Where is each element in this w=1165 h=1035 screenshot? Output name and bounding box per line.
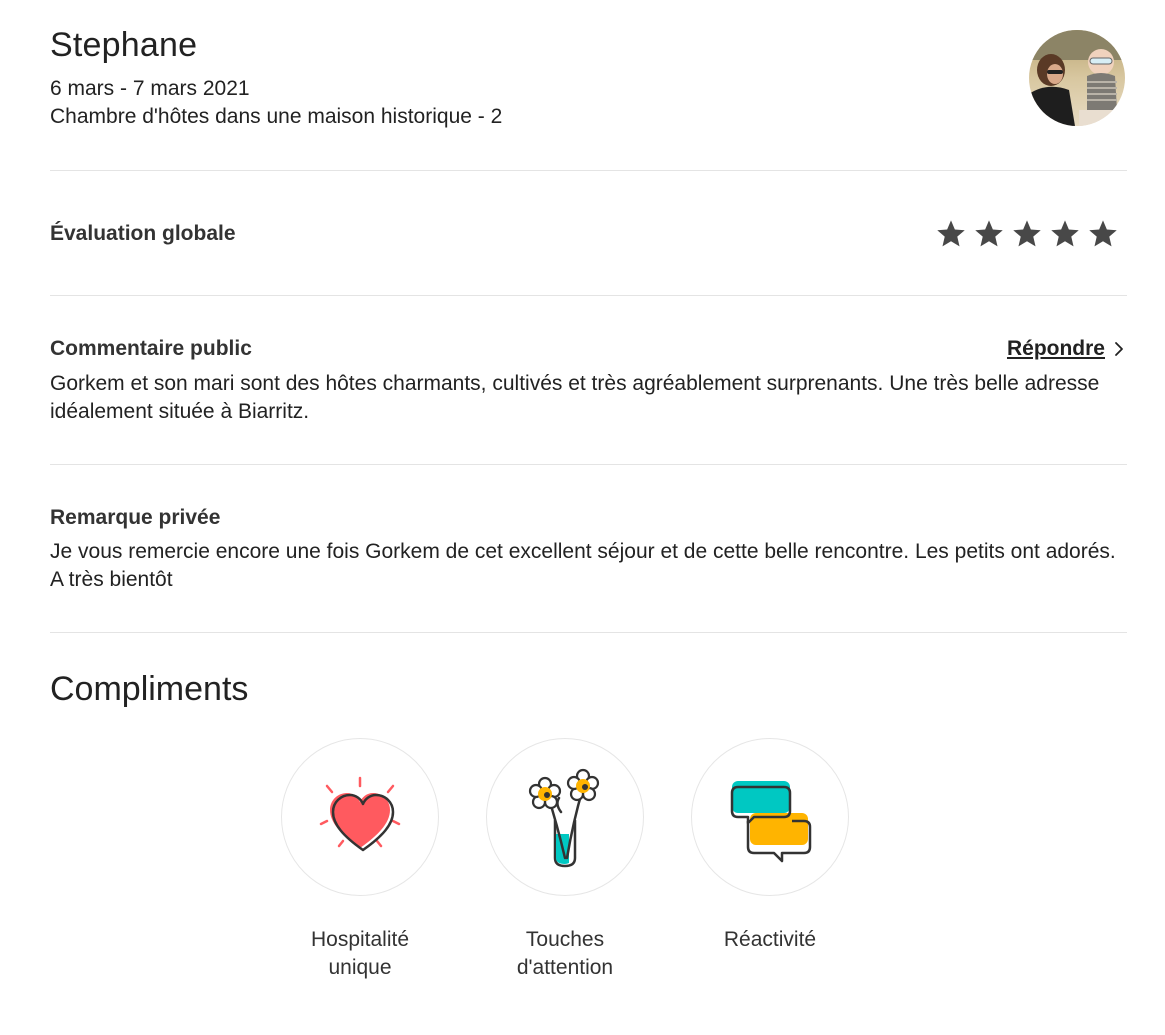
- compliment-responsiveness: Réactivité: [690, 738, 850, 954]
- compliment-label-line: d'attention: [516, 956, 614, 979]
- review-page: Stephane 6 mars - 7 mars 2021 Chambre d'…: [50, 0, 1127, 979]
- star-icon: [975, 220, 1003, 247]
- stay-dates: 6 mars - 7 mars 2021: [50, 77, 250, 100]
- public-comment-section: Commentaire public Répondre Gorkem et so…: [50, 296, 1127, 464]
- star-icon: [1089, 220, 1117, 247]
- compliment-badge: [486, 738, 644, 896]
- compliment-label: Touches d'attention: [485, 926, 645, 982]
- private-note-text: Je vous remercie encore une fois Gorkem …: [50, 540, 1116, 591]
- review-header: Stephane 6 mars - 7 mars 2021 Chambre d'…: [50, 0, 1127, 170]
- star-icon: [937, 220, 965, 247]
- listing-name: Chambre d'hôtes dans une maison historiq…: [50, 105, 503, 128]
- compliment-badge: [281, 738, 439, 896]
- star-icon: [1013, 220, 1041, 247]
- private-note-section: Remarque privée Je vous remercie encore …: [50, 465, 1127, 632]
- compliment-label: Réactivité: [690, 926, 850, 954]
- compliment-hospitality: Hospitalité unique: [280, 738, 440, 982]
- chat-bubbles-icon: [730, 781, 812, 863]
- compliment-label-line: Hospitalité: [310, 928, 410, 951]
- compliments-title: Compliments: [50, 670, 249, 708]
- avatar-photo: [1029, 30, 1125, 126]
- overall-rating-row: Évaluation globale: [50, 171, 1127, 295]
- compliment-label-line: unique: [328, 956, 392, 979]
- public-comment-text: Gorkem et son mari sont des hôtes charma…: [50, 372, 1100, 423]
- avatar[interactable]: [1029, 30, 1125, 126]
- guest-name: Stephane: [50, 26, 198, 64]
- star-rating: [935, 218, 1119, 250]
- overall-rating-label: Évaluation globale: [50, 222, 236, 245]
- reply-label: Répondre: [1006, 337, 1105, 360]
- private-note-title: Remarque privée: [50, 506, 221, 529]
- chevron-right-icon: [1115, 342, 1123, 356]
- heart-icon: [319, 776, 401, 852]
- compliment-label-line: Réactivité: [723, 928, 817, 951]
- flowers-vase-icon: [528, 768, 600, 868]
- reply-link[interactable]: Répondre: [1007, 337, 1127, 361]
- compliment-badge: [691, 738, 849, 896]
- compliment-label-line: Touches: [525, 928, 605, 951]
- compliment-label: Hospitalité unique: [280, 926, 440, 982]
- star-icon: [1051, 220, 1079, 247]
- compliment-attention: Touches d'attention: [485, 738, 645, 982]
- divider: [50, 632, 1127, 633]
- public-comment-title: Commentaire public: [50, 337, 252, 360]
